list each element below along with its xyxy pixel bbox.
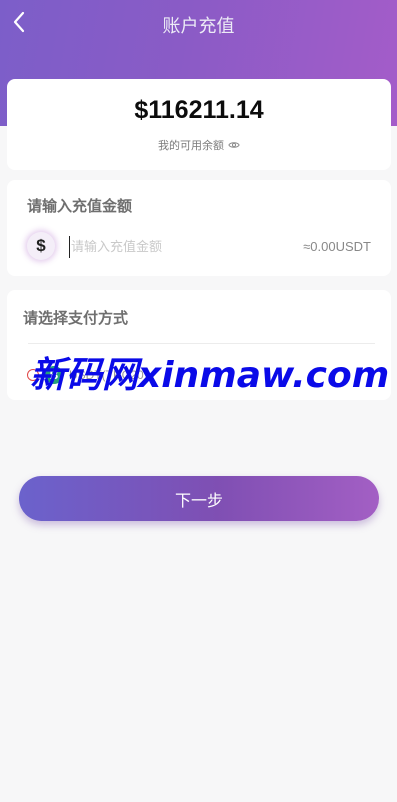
radio-icon[interactable] (27, 369, 39, 381)
usdt-estimate: ≈0.00USDT (303, 239, 371, 254)
amount-input[interactable] (69, 236, 269, 258)
balance-amount: $116211.14 (134, 96, 264, 124)
payment-option-label: USDT(TRC20) (69, 368, 148, 382)
top-bar: 账户充值 (0, 0, 397, 48)
next-button[interactable]: 下一步 (19, 476, 379, 521)
page-title: 账户充值 (162, 16, 235, 37)
payment-section-title: 请选择支付方式 (23, 309, 129, 327)
recharge-section-title: 请输入充值金额 (27, 197, 133, 215)
balance-card: $116211.14 我的可用余额 (7, 79, 391, 170)
payment-option-usdt[interactable]: B USDT(TRC20) (27, 364, 227, 386)
balance-label-row: 我的可用余额 (7, 137, 391, 153)
dollar-icon: $ (27, 232, 55, 260)
balance-label: 我的可用余额 (158, 139, 224, 152)
payment-method-card: 请选择支付方式 B USDT(TRC20) (7, 290, 391, 400)
recharge-amount-card: 请输入充值金额 $ ≈0.00USDT (7, 180, 391, 276)
divider (28, 343, 375, 344)
eye-icon[interactable] (228, 139, 240, 151)
usdt-coin-icon: B (45, 366, 63, 384)
